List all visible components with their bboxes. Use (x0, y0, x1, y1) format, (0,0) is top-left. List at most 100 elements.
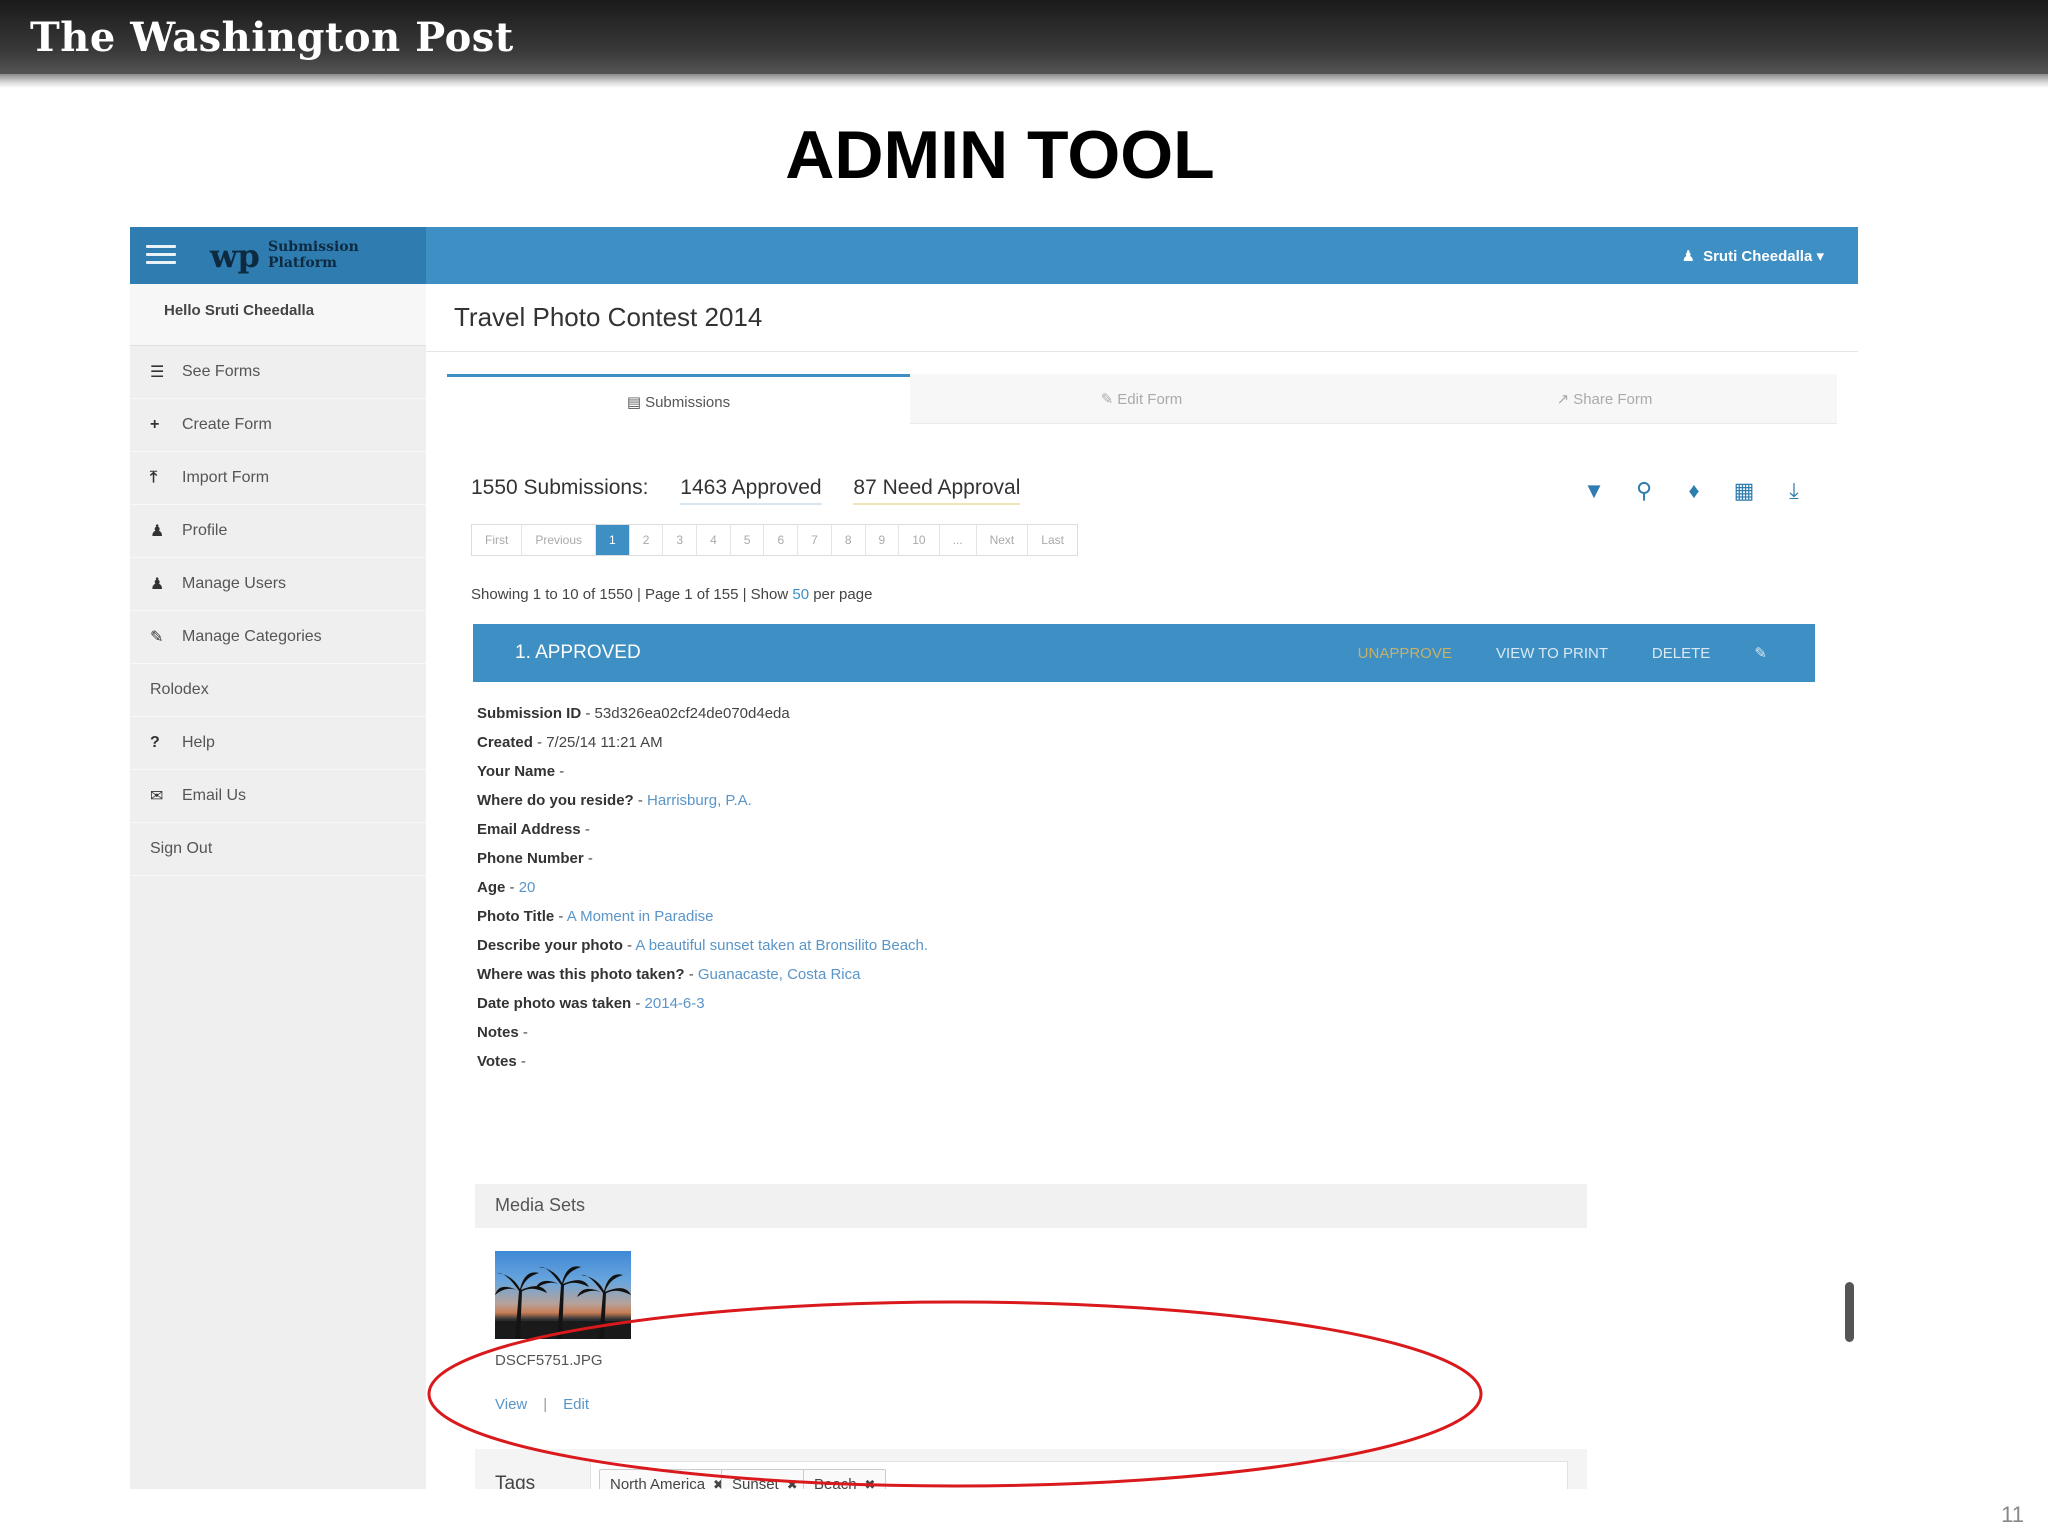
submission-counts: 1550 Submissions: 1463 Approved 87 Need … (471, 476, 1046, 505)
page-button[interactable]: 6 (764, 525, 799, 555)
edit-pencil-icon[interactable]: ✎ (1754, 645, 1767, 662)
washington-post-header: The Washington Post (0, 0, 2048, 74)
page-button[interactable]: 4 (697, 525, 731, 555)
field-label: Photo Title (477, 908, 555, 925)
sidebar-item-email-us[interactable]: ✉ Email Us (130, 770, 426, 823)
sidebar: Hello Sruti Cheedalla ☰ See Forms + Create … (130, 284, 426, 1489)
field-label: Age (477, 879, 506, 896)
sidebar-item-label: Rolodex (150, 681, 209, 698)
brand-area: wp Submission Platform (130, 227, 426, 284)
delete-button[interactable]: DELETE (1652, 645, 1710, 662)
field-value: A Moment in Paradise (566, 908, 714, 925)
scrollbar-thumb[interactable] (1845, 1282, 1854, 1342)
field-row: Photo Title - A Moment in Paradise (477, 902, 928, 931)
tab-label: Submissions (645, 394, 731, 411)
field-label: Where do you reside? (477, 792, 634, 809)
page-button[interactable]: Previous (522, 525, 597, 555)
brand-name: Submission Platform (268, 239, 359, 271)
question-icon: ? (150, 734, 160, 751)
sidebar-item-manage-categories[interactable]: ✎ Manage Categories (130, 611, 426, 664)
page-button[interactable]: 1 (596, 525, 630, 555)
hamburger-menu-icon[interactable] (146, 245, 176, 265)
sidebar-item-label: Manage Users (182, 575, 287, 592)
tab-label: Share Form (1573, 391, 1653, 408)
sidebar-item-label: Sign Out (150, 840, 213, 857)
field-row: Submission ID - 53d326ea02cf24de070d4eda (477, 699, 928, 728)
field-separator: - (633, 792, 648, 809)
field-label: Date photo was taken (477, 995, 632, 1012)
field-value: 20 (518, 879, 536, 896)
tab-share-form[interactable]: ↗ Share Form (1373, 374, 1836, 424)
page-button[interactable]: ... (939, 525, 977, 555)
sidebar-item-label: See Forms (182, 363, 261, 380)
sidebar-item-help[interactable]: ? Help (130, 717, 426, 770)
tab-submissions[interactable]: ▤ Submissions (447, 374, 910, 424)
field-row: Date photo was taken - 2014-6-3 (477, 989, 928, 1018)
showing-summary: Showing 1 to 10 of 1550 | Page 1 of 155 … (471, 586, 872, 603)
submission-fields: Submission ID - 53d326ea02cf24de070d4eda… (477, 699, 928, 1076)
field-row: Created - 7/25/14 11:21 AM (477, 728, 928, 757)
field-label: Created (477, 734, 533, 751)
sidebar-item-profile[interactable]: ♟ Profile (130, 505, 426, 558)
red-highlight-ellipse (427, 1300, 1483, 1488)
search-icon[interactable]: ⚲ (1627, 474, 1661, 508)
page-button[interactable]: 9 (865, 525, 900, 555)
field-label: Describe your photo (477, 937, 623, 954)
sidebar-item-label: Create Form (182, 416, 272, 433)
page-button[interactable]: Last (1028, 525, 1077, 555)
field-separator: - (518, 1024, 528, 1041)
field-separator: - (554, 908, 567, 925)
showing-text: Showing 1 to 10 of 1550 | Page 1 of 155 … (471, 586, 793, 603)
field-row: Phone Number - (477, 844, 928, 873)
page-title-bar: Travel Photo Contest 2014 (426, 284, 1858, 352)
sidebar-item-label: Manage Categories (182, 628, 322, 645)
field-row: Describe your photo - A beautiful sunset… (477, 931, 928, 960)
slide-number: 11 (2001, 1502, 2024, 1527)
unapprove-button[interactable]: UNAPPROVE (1358, 645, 1452, 662)
per-page-link[interactable]: 50 (792, 586, 809, 603)
page-button[interactable]: 10 (899, 525, 940, 555)
slide: The Washington Post ADMIN TOOL wp Submis… (0, 0, 2048, 1536)
sidebar-item-rolodex[interactable]: Rolodex (130, 664, 426, 717)
page-button[interactable]: 3 (663, 525, 698, 555)
submission-actions: UNAPPROVE VIEW TO PRINT DELETE ✎ (1318, 644, 1767, 662)
field-label: Email Address (477, 821, 581, 838)
wp-brand-logo: wp (210, 237, 260, 275)
calendar-icon[interactable]: ▦ (1727, 474, 1761, 508)
sidebar-item-label: Email Us (182, 787, 247, 804)
tags-icon[interactable]: ♦ (1677, 474, 1711, 508)
submission-title: 1. APPROVED (515, 642, 641, 663)
user-menu[interactable]: ♟ Sruti Cheedalla ▾ (1682, 247, 1824, 265)
field-row: Votes - (477, 1047, 928, 1076)
filter-icon[interactable]: ▼ (1577, 474, 1611, 508)
sidebar-item-label: Help (182, 734, 215, 751)
page-button[interactable]: 7 (798, 525, 832, 555)
field-separator: - (505, 879, 519, 896)
sidebar-item-import-form[interactable]: ⤒ Import Form (130, 452, 426, 505)
field-row: Email Address - (477, 815, 928, 844)
download-icon[interactable]: ⤓ (1777, 474, 1811, 508)
view-to-print-button[interactable]: VIEW TO PRINT (1496, 645, 1608, 662)
field-label: Notes (477, 1024, 519, 1041)
sidebar-item-manage-users[interactable]: ♟ Manage Users (130, 558, 426, 611)
need-approval-count[interactable]: 87 Need Approval (853, 476, 1021, 505)
field-row: Age - 20 (477, 873, 928, 902)
sidebar-item-create-form[interactable]: + Create Form (130, 399, 426, 452)
field-separator: - (583, 850, 593, 867)
field-label: Your Name (477, 763, 556, 780)
page-button[interactable]: 5 (730, 525, 765, 555)
page-button[interactable]: Next (976, 525, 1029, 555)
washington-post-logo: The Washington Post (30, 14, 514, 61)
sidebar-item-sign-out[interactable]: Sign Out (130, 823, 426, 876)
field-value: 7/25/14 11:21 AM (546, 734, 663, 751)
page-button[interactable]: First (472, 525, 523, 555)
page-button[interactable]: 8 (831, 525, 866, 555)
approved-count[interactable]: 1463 Approved (680, 476, 822, 505)
field-separator: - (516, 1053, 526, 1070)
submission-header: 1. APPROVED UNAPPROVE VIEW TO PRINT DELE… (473, 624, 1815, 682)
share-icon: ↗ (1556, 391, 1570, 408)
tab-edit-form[interactable]: ✎ Edit Form (910, 374, 1373, 424)
sidebar-item-see-forms[interactable]: ☰ See Forms (130, 346, 426, 399)
page-button[interactable]: 2 (629, 525, 664, 555)
field-row: Notes - (477, 1018, 928, 1047)
